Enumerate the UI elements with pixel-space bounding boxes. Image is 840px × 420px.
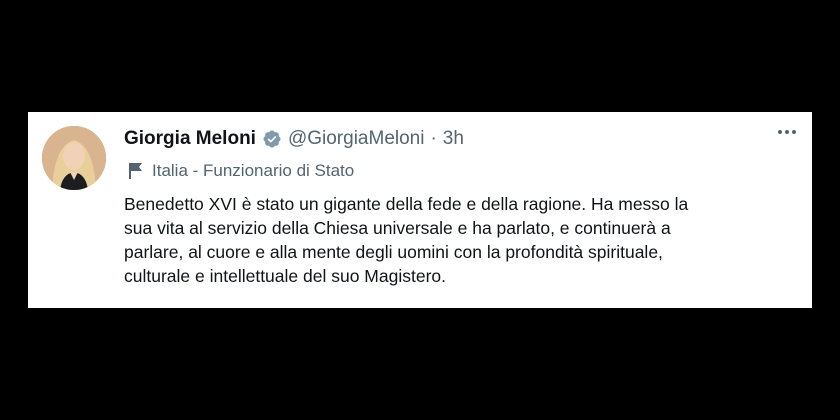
tweet-text-line: sua vita al servizio della Chiesa univer… xyxy=(124,218,671,238)
tweet-header: Giorgia Meloni @GiorgiaMeloni · 3h xyxy=(124,126,464,152)
author-name[interactable]: Giorgia Meloni xyxy=(124,128,256,150)
tweet-text-line: culturale e intellettuale del suo Magist… xyxy=(124,266,446,286)
author-handle[interactable]: @GiorgiaMeloni xyxy=(288,128,425,150)
tweet-text-line: Benedetto XVI è stato un gigante della f… xyxy=(124,194,689,214)
flag-icon xyxy=(128,162,144,180)
government-label-text: Italia - Funzionario di Stato xyxy=(152,161,355,180)
more-options-icon[interactable] xyxy=(778,130,796,134)
tweet-text: Benedetto XVI è stato un gigante della f… xyxy=(124,192,784,288)
avatar[interactable] xyxy=(42,126,106,190)
government-label[interactable]: Italia - Funzionario di Stato xyxy=(128,160,354,182)
avatar-image xyxy=(42,126,106,190)
tweet-card[interactable]: Giorgia Meloni @GiorgiaMeloni · 3h Itali… xyxy=(28,112,812,308)
tweet-text-line: parlare, al cuore e alla mente degli uom… xyxy=(124,242,663,262)
tweet-timestamp[interactable]: 3h xyxy=(443,128,464,150)
verified-badge-icon xyxy=(262,129,282,149)
separator-dot: · xyxy=(430,128,437,149)
